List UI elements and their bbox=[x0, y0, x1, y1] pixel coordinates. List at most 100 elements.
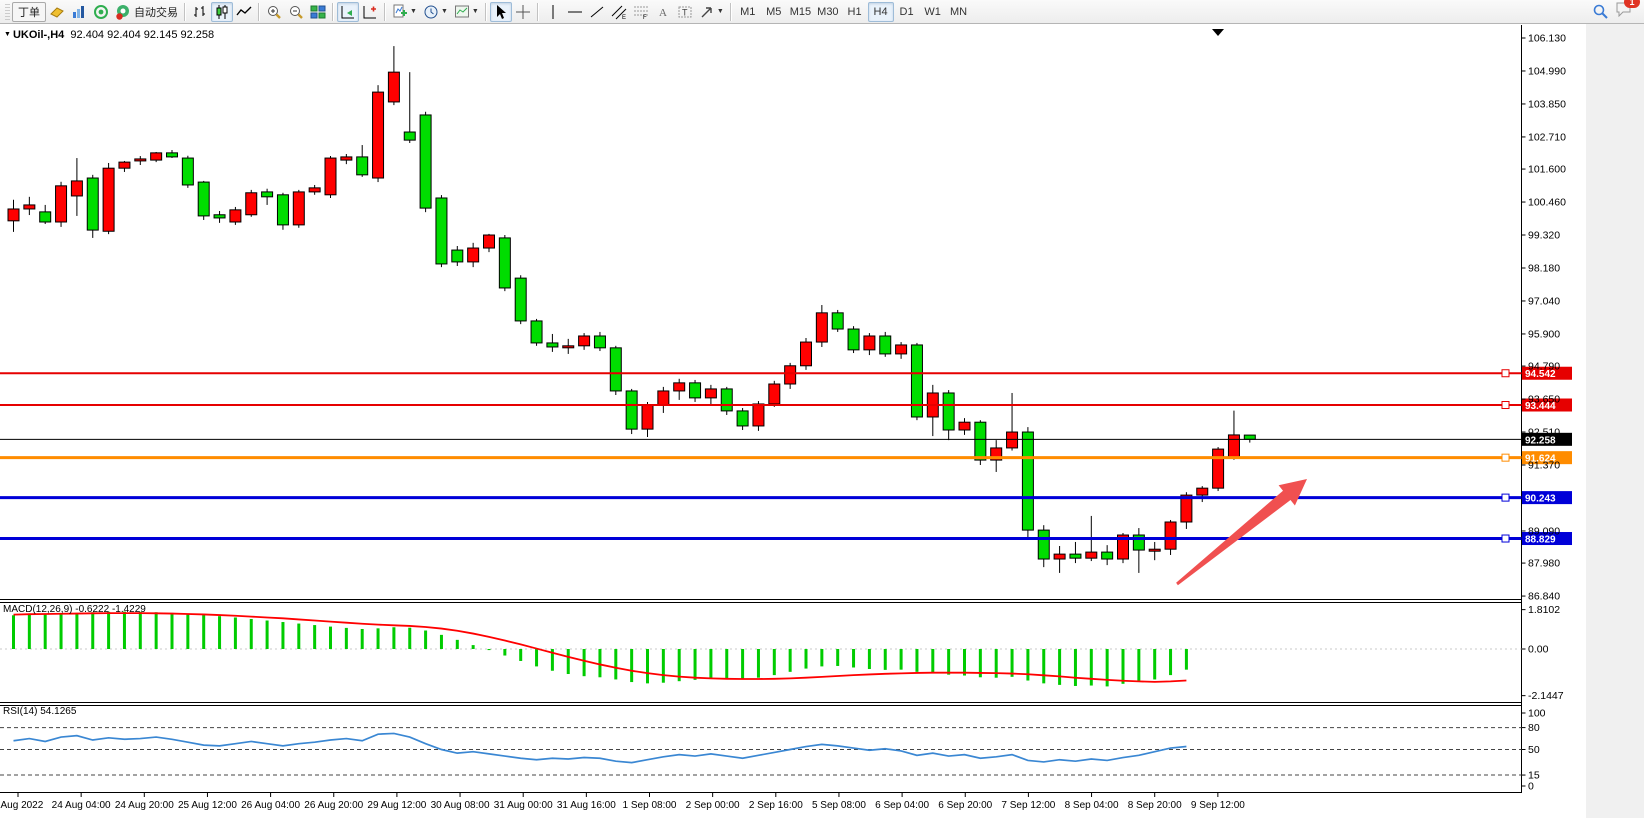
label-tool-button[interactable]: T bbox=[674, 2, 696, 22]
text-tool-button[interactable]: A bbox=[652, 2, 674, 22]
arrows-tool-button[interactable]: ▼ bbox=[696, 2, 727, 22]
market-watch-button[interactable] bbox=[68, 2, 90, 22]
channel-tool-button[interactable]: E bbox=[608, 2, 630, 22]
macd-bar bbox=[313, 625, 316, 649]
line-chart-mode-button[interactable] bbox=[233, 2, 255, 22]
indicators-button[interactable]: ▼ bbox=[389, 2, 420, 22]
time-axis-label: 9 Sep 12:00 bbox=[1191, 800, 1245, 811]
cursor-tool-button[interactable] bbox=[490, 2, 512, 22]
hline-handle[interactable] bbox=[1502, 494, 1509, 501]
candle-body bbox=[8, 209, 19, 221]
candle-body bbox=[468, 248, 479, 262]
candle-body bbox=[785, 366, 796, 384]
chevron-down-icon: ▼ bbox=[441, 8, 448, 15]
timeframe-m30[interactable]: M30 bbox=[814, 2, 841, 22]
candle-body bbox=[277, 195, 288, 225]
templates-button[interactable]: ▼ bbox=[451, 2, 482, 22]
tile-windows-button[interactable] bbox=[307, 2, 329, 22]
bar-chart-mode-button[interactable] bbox=[189, 2, 211, 22]
chart-shift-button[interactable] bbox=[359, 2, 381, 22]
zoom-out-button[interactable] bbox=[285, 2, 307, 22]
fibonacci-tool-button[interactable]: F bbox=[630, 2, 652, 22]
candle-body bbox=[103, 168, 114, 231]
time-axis[interactable]: 3 Aug 202224 Aug 04:0024 Aug 20:0025 Aug… bbox=[0, 793, 1245, 811]
toolbar-separator bbox=[184, 3, 186, 21]
horizontal-line-tool-button[interactable] bbox=[564, 2, 586, 22]
candle-body bbox=[182, 158, 193, 185]
search-icon[interactable] bbox=[1592, 3, 1609, 20]
macd-bar bbox=[519, 649, 522, 661]
price-axis-label: 92.510 bbox=[1528, 427, 1560, 439]
chart-canvas[interactable]: 94.54293.44492.25891.62490.24388.829106.… bbox=[0, 0, 1644, 818]
notifications[interactable]: 1 bbox=[1615, 1, 1633, 22]
text-icon: A bbox=[655, 4, 671, 20]
trend-arrow-annotation[interactable] bbox=[1176, 479, 1307, 585]
timeframe-d1[interactable]: D1 bbox=[894, 2, 920, 22]
toolbar-grip[interactable] bbox=[5, 4, 10, 20]
hline-handle[interactable] bbox=[1502, 402, 1509, 409]
price-axis-label: 94.790 bbox=[1528, 361, 1560, 373]
candle-body bbox=[1244, 435, 1255, 439]
macd-axis-label: 0.00 bbox=[1528, 644, 1549, 656]
macd-bar bbox=[1137, 649, 1140, 681]
toolbar-separator bbox=[537, 3, 539, 21]
timeframe-h1[interactable]: H1 bbox=[842, 2, 868, 22]
candle-body bbox=[690, 383, 701, 398]
autotrade-button[interactable]: 自动交易 bbox=[112, 2, 181, 22]
signal-button[interactable] bbox=[90, 2, 112, 22]
rsi-axis-label: 100 bbox=[1528, 708, 1546, 720]
macd-bar bbox=[281, 622, 284, 649]
arrow-stamp-icon bbox=[699, 4, 715, 20]
macd-bar bbox=[1169, 649, 1172, 675]
auto-scroll-icon bbox=[340, 4, 356, 20]
price-axis-label: 97.040 bbox=[1528, 295, 1560, 307]
zoom-in-button[interactable] bbox=[263, 2, 285, 22]
candle-body bbox=[515, 278, 526, 321]
candle-body bbox=[626, 391, 637, 429]
timeframe-m5[interactable]: M5 bbox=[761, 2, 787, 22]
trendline-tool-button[interactable] bbox=[586, 2, 608, 22]
price-axis[interactable]: 106.130104.990103.850102.710101.600100.4… bbox=[1522, 33, 1567, 793]
crosshair-tool-button[interactable] bbox=[512, 2, 534, 22]
time-axis-label: 7 Sep 12:00 bbox=[1001, 800, 1055, 811]
candle-body bbox=[325, 158, 336, 195]
macd-bar bbox=[614, 649, 617, 679]
chart-expand-icon[interactable]: ▼ bbox=[4, 31, 11, 38]
chevron-down-icon: ▼ bbox=[472, 8, 479, 15]
macd-bar bbox=[915, 649, 918, 672]
timeframe-m1[interactable]: M1 bbox=[735, 2, 761, 22]
trendline-icon bbox=[589, 4, 605, 20]
hline-handle[interactable] bbox=[1502, 370, 1509, 377]
macd-bar bbox=[694, 649, 697, 680]
time-axis-label: 30 Aug 08:00 bbox=[431, 800, 490, 811]
timeframe-mn[interactable]: MN bbox=[946, 2, 972, 22]
candle-body bbox=[975, 422, 986, 460]
new-order-icon-button[interactable] bbox=[46, 2, 68, 22]
timeframe-w1[interactable]: W1 bbox=[920, 2, 946, 22]
candle-body bbox=[769, 384, 780, 404]
macd-bar bbox=[868, 649, 871, 669]
timeframe-h4[interactable]: H4 bbox=[868, 2, 894, 22]
hline-handle[interactable] bbox=[1502, 454, 1509, 461]
macd-bar bbox=[488, 649, 491, 650]
chart-ohlc-readout: 92.404 92.404 92.145 92.258 bbox=[70, 29, 214, 41]
time-axis-label: 8 Sep 20:00 bbox=[1128, 800, 1182, 811]
candle-body bbox=[943, 393, 954, 430]
candle-body bbox=[40, 212, 51, 222]
timeframe-m15[interactable]: M15 bbox=[787, 2, 814, 22]
hline-handle[interactable] bbox=[1502, 535, 1509, 542]
order-button[interactable]: 丁单 bbox=[12, 2, 46, 22]
toolbar-separator bbox=[730, 3, 732, 21]
auto-scroll-button[interactable] bbox=[337, 2, 359, 22]
candle-body bbox=[864, 336, 875, 350]
candlestick-mode-button[interactable] bbox=[211, 2, 233, 22]
price-lines: 94.54293.44492.25891.62490.24388.829 bbox=[0, 367, 1572, 546]
chart-shift-marker[interactable] bbox=[1212, 29, 1224, 36]
tile-windows-icon bbox=[310, 4, 326, 20]
periods-button[interactable]: ▼ bbox=[420, 2, 451, 22]
macd-bar bbox=[789, 649, 792, 672]
vertical-line-tool-button[interactable] bbox=[542, 2, 564, 22]
macd-bar bbox=[392, 627, 395, 649]
candle-body bbox=[1054, 554, 1065, 559]
macd-axis-label: -2.1447 bbox=[1528, 690, 1564, 702]
